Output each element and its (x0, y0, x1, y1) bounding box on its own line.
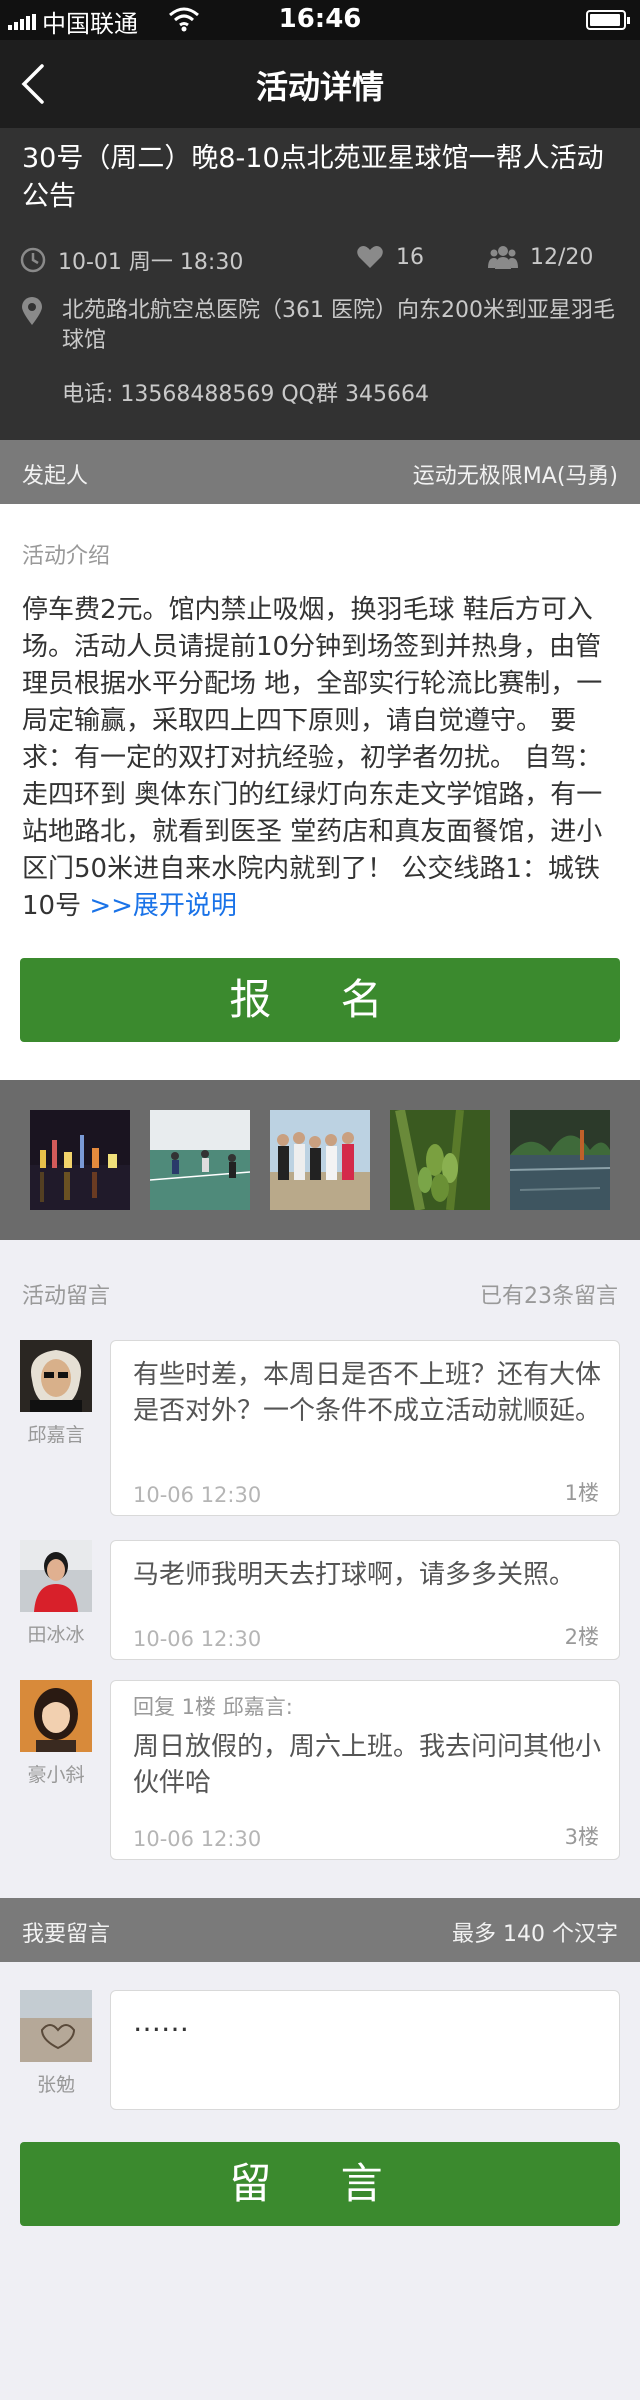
event-datetime-text: 10-01 周一 18:30 (58, 250, 244, 275)
gallery-photo[interactable] (150, 1110, 250, 1210)
gallery-photo[interactable] (30, 1110, 130, 1210)
comment-text: 马老师我明天去打球啊，请多多关照。 (133, 1560, 576, 1590)
avatar[interactable] (20, 1990, 92, 2062)
event-datetime: 10-01 周一 18:30 (20, 244, 243, 276)
event-address[interactable]: 北苑路北航空总医院（361 医院）向东200米到亚星羽毛球馆 (62, 296, 622, 356)
comment-username[interactable]: 田冰冰 (20, 1620, 92, 1647)
clock-icon (20, 247, 46, 273)
organizer-bar[interactable]: 发起人 运动无极限MA(马勇) (0, 440, 640, 504)
comment-card: 有些时差，本周日是否不上班？还有大体是否对外？一个条件不成立活动就顺延。 10-… (110, 1340, 620, 1516)
comment-time: 10-06 12:30 (133, 1483, 262, 1507)
organizer-label: 发起人 (22, 464, 89, 489)
event-intro-section: 活动介绍 停车费2元。馆内禁止吸烟，换羽毛球 鞋后方可入场。活动人员请提前10分… (0, 504, 640, 1080)
comment-text: 周日放假的，周六上班。我去问问其他小伙伴哈 (133, 1732, 602, 1798)
comment-username[interactable]: 豪小斜 (20, 1760, 92, 1787)
comment-floor: 3楼 (564, 1825, 599, 1849)
event-header: 30号（周二）晚8-10点北苑亚星球馆一帮人活动公告 10-01 周一 18:3… (0, 128, 640, 440)
gallery-photo[interactable] (510, 1110, 610, 1210)
comment-card: 回复 1楼 邱嘉言: 周日放假的，周六上班。我去问问其他小伙伴哈 10-06 1… (110, 1680, 620, 1860)
intro-description: 停车费2元。馆内禁止吸烟，换羽毛球 鞋后方可入场。活动人员请提前10分钟到场签到… (22, 592, 622, 925)
gallery-photo[interactable] (270, 1110, 370, 1210)
submit-comment-button[interactable]: 留 言 (20, 2142, 620, 2226)
compose-bar: 我要留言 最多 140 个汉字 (0, 1898, 640, 1962)
signup-button[interactable]: 报 名 (20, 958, 620, 1042)
intro-text: 停车费2元。馆内禁止吸烟，换羽毛球 鞋后方可入场。活动人员请提前10分钟到场签到… (22, 595, 603, 921)
comment-time: 10-06 12:30 (133, 1827, 262, 1851)
comment-input-value[interactable]: …… (133, 2005, 189, 2038)
comment-floor: 1楼 (564, 1481, 599, 1505)
group-icon (488, 246, 518, 269)
location-pin-icon (22, 297, 42, 325)
page-title: 活动详情 (255, 68, 384, 106)
comments-label: 活动留言 (22, 1284, 111, 1309)
status-bar: 中国联通 16:46 (0, 0, 640, 40)
organizer-name[interactable]: 运动无极限MA(马勇) (413, 458, 618, 490)
avatar[interactable] (20, 1680, 92, 1752)
event-likes[interactable]: 16 (356, 244, 424, 270)
heart-icon (357, 246, 383, 268)
comment-text: 有些时差，本周日是否不上班？还有大体是否对外？一个条件不成立活动就顺延。 (133, 1360, 602, 1426)
event-participants[interactable]: 12/20 (488, 244, 593, 270)
participants-count: 12/20 (530, 244, 594, 270)
compose-limit: 最多 140 个汉字 (452, 1922, 618, 1947)
comment-time: 10-06 12:30 (133, 1627, 262, 1651)
nav-bar: 活动详情 (0, 40, 640, 128)
compose-label: 我要留言 (22, 1922, 111, 1947)
event-title: 30号（周二）晚8-10点北苑亚星球馆一帮人活动公告 (22, 143, 604, 212)
avatar[interactable] (20, 1340, 92, 1412)
comment-card: 马老师我明天去打球啊，请多多关照。 10-06 12:30 2楼 (110, 1540, 620, 1660)
comment-username[interactable]: 邱嘉言 (20, 1420, 92, 1447)
avatar[interactable] (20, 1540, 92, 1612)
compose-username: 张勉 (36, 2074, 75, 2096)
intro-label: 活动介绍 (22, 544, 111, 569)
event-contact[interactable]: 电话: 13568488569 QQ群 345664 (62, 376, 429, 408)
status-time: 16:46 (278, 4, 362, 34)
comment-reply-to[interactable]: 回复 1楼 邱嘉言: (133, 1691, 293, 1721)
comment-input[interactable]: …… (110, 1990, 620, 2110)
comment-floor: 2楼 (564, 1625, 599, 1649)
expand-description-link[interactable]: >>展开说明 (89, 891, 237, 921)
battery-icon (586, 10, 630, 30)
likes-count: 16 (396, 244, 424, 270)
photo-gallery (0, 1080, 640, 1240)
comments-count: 已有23条留言 (480, 1284, 618, 1309)
gallery-photo[interactable] (390, 1110, 490, 1210)
